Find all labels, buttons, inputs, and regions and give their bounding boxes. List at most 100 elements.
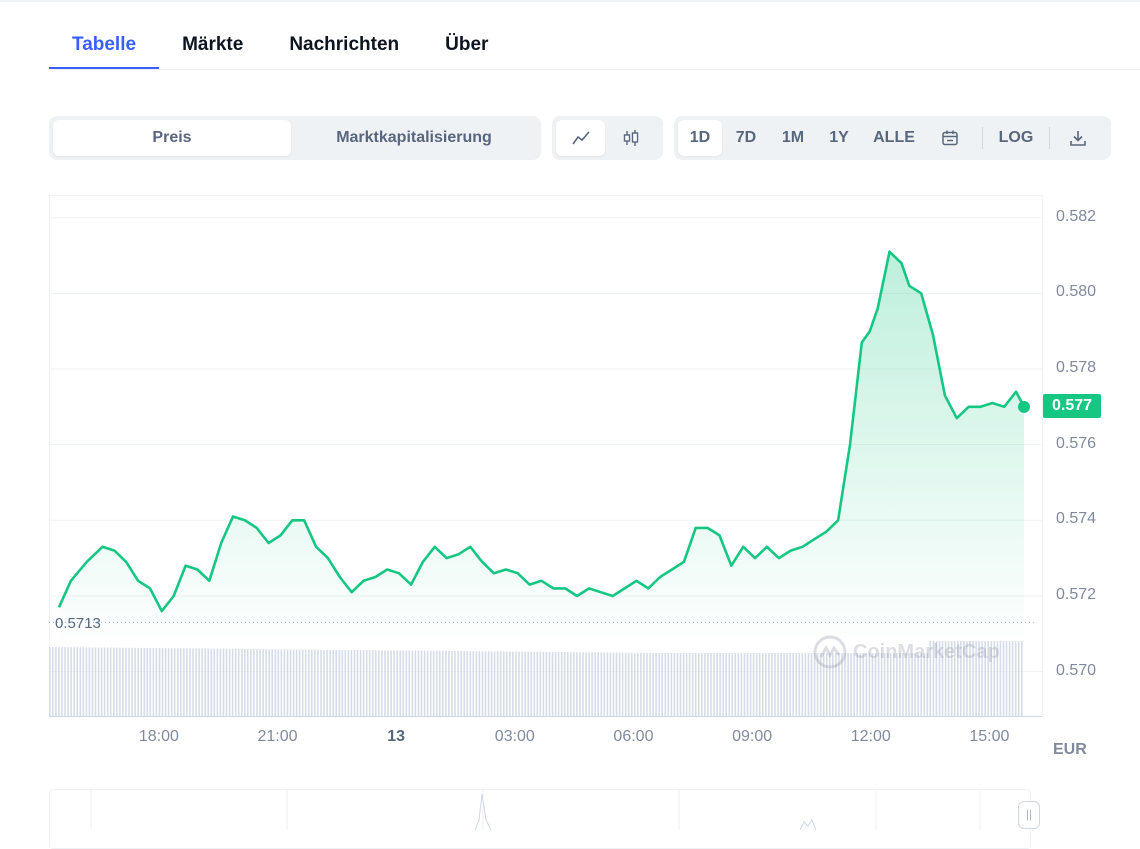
y-tick-label: 0.578 xyxy=(1056,359,1097,376)
volume-bar xyxy=(295,649,298,717)
x-tick-label: 18:00 xyxy=(138,728,179,745)
download-button[interactable] xyxy=(1058,120,1098,156)
volume-bar xyxy=(128,647,130,717)
volume-bar xyxy=(691,653,694,717)
volume-bar xyxy=(213,648,216,717)
volume-bar xyxy=(439,650,441,717)
range-1m-button[interactable]: 1M xyxy=(770,120,816,156)
line-chart-button[interactable] xyxy=(556,120,605,156)
watermark: CoinMarketCap xyxy=(813,635,1000,669)
volume-bar xyxy=(137,647,139,717)
mode-marketcap-button[interactable]: Marktkapitalisierung xyxy=(291,120,537,156)
volume-bar xyxy=(94,647,97,717)
volume-bar xyxy=(173,648,176,717)
volume-bar xyxy=(637,652,639,717)
volume-bar xyxy=(640,652,642,717)
volume-bar xyxy=(323,649,325,717)
volume-bar xyxy=(286,649,289,717)
volume-bar xyxy=(499,651,502,717)
calendar-button[interactable] xyxy=(926,120,974,156)
volume-bar xyxy=(378,650,380,717)
tab-maerkte[interactable]: Märkte xyxy=(159,24,266,69)
volume-bar xyxy=(493,651,496,717)
volume-bar xyxy=(308,649,310,718)
volume-bar xyxy=(463,651,465,717)
volume-bar xyxy=(241,648,243,717)
current-price-tag: 0.577 xyxy=(1043,393,1102,418)
volume-bar xyxy=(52,647,54,717)
volume-bar xyxy=(170,648,173,717)
volume-bar xyxy=(490,651,493,718)
volume-bar xyxy=(186,648,188,718)
volume-bar xyxy=(634,652,636,717)
range-1d-button[interactable]: 1D xyxy=(678,120,722,156)
mode-price-button[interactable]: Preis xyxy=(53,120,291,156)
volume-bar xyxy=(79,647,82,717)
toolbar-divider xyxy=(1049,127,1050,149)
volume-bar xyxy=(317,649,319,717)
volume-bar xyxy=(762,653,764,717)
volume-bar xyxy=(222,648,225,717)
volume-bar xyxy=(618,652,621,717)
range-1y-button[interactable]: 1Y xyxy=(816,120,862,156)
volume-bar xyxy=(777,653,779,717)
volume-bar xyxy=(752,653,755,717)
volume-bar xyxy=(311,649,313,717)
volume-bar xyxy=(399,650,401,717)
volume-bar xyxy=(582,652,584,718)
toolbar-divider xyxy=(982,127,983,149)
volume-bar xyxy=(70,647,72,717)
range-all-button[interactable]: ALLE xyxy=(862,120,926,156)
volume-bar xyxy=(557,652,560,717)
tab-tabelle[interactable]: Tabelle xyxy=(49,24,160,69)
volume-bar xyxy=(274,649,277,717)
volume-bar xyxy=(161,648,164,717)
volume-bar xyxy=(570,652,572,717)
volume-bar xyxy=(353,650,356,717)
tab-ueber[interactable]: Über xyxy=(422,24,511,69)
volume-bar xyxy=(116,647,118,717)
price-chart[interactable]: 0.582 0.580 0.578 0.576 0.574 0.572 0.570 18:0… xyxy=(49,195,1140,758)
log-scale-button[interactable]: LOG xyxy=(991,120,1041,156)
volume-bar xyxy=(588,652,590,717)
y-tick-label: 0.576 xyxy=(1056,434,1097,452)
range-navigator[interactable] xyxy=(49,789,1031,849)
volume-bar xyxy=(579,652,581,717)
volume-bar xyxy=(606,652,609,717)
volume-bar xyxy=(615,652,618,717)
volume-bar xyxy=(387,650,389,717)
volume-bar xyxy=(624,652,627,717)
range-7d-button[interactable]: 7D xyxy=(722,120,770,156)
volume-bar xyxy=(783,653,785,717)
volume-bar xyxy=(49,647,51,717)
volume-bar xyxy=(180,648,182,717)
volume-bar xyxy=(457,651,459,717)
volume-bar xyxy=(649,652,651,717)
volume-bar xyxy=(122,647,124,717)
candlestick-button[interactable] xyxy=(605,120,657,156)
volume-bar xyxy=(740,653,743,717)
volume-bar xyxy=(326,649,328,717)
volume-bar xyxy=(603,652,606,717)
volume-bar xyxy=(265,649,267,717)
volume-bar xyxy=(506,651,508,717)
volume-bar xyxy=(259,649,261,717)
y-tick-label: 0.582 xyxy=(1056,207,1097,225)
navigator-handle[interactable]: || xyxy=(1018,801,1040,829)
x-tick-label: 12:00 xyxy=(850,728,891,745)
candlestick-icon xyxy=(623,130,639,146)
tab-nachrichten[interactable]: Nachrichten xyxy=(266,24,422,69)
volume-bar xyxy=(426,650,429,717)
volume-bar xyxy=(621,652,624,717)
volume-bar xyxy=(454,651,456,717)
volume-bar xyxy=(472,651,475,717)
volume-bar xyxy=(509,651,511,717)
volume-bar xyxy=(280,649,283,717)
volume-bar xyxy=(722,653,724,717)
volume-bar xyxy=(676,653,679,717)
volume-bar xyxy=(548,651,551,717)
volume-bar xyxy=(682,653,685,717)
volume-bar xyxy=(292,649,295,717)
volume-bar xyxy=(396,650,398,717)
volume-bar xyxy=(198,648,200,717)
